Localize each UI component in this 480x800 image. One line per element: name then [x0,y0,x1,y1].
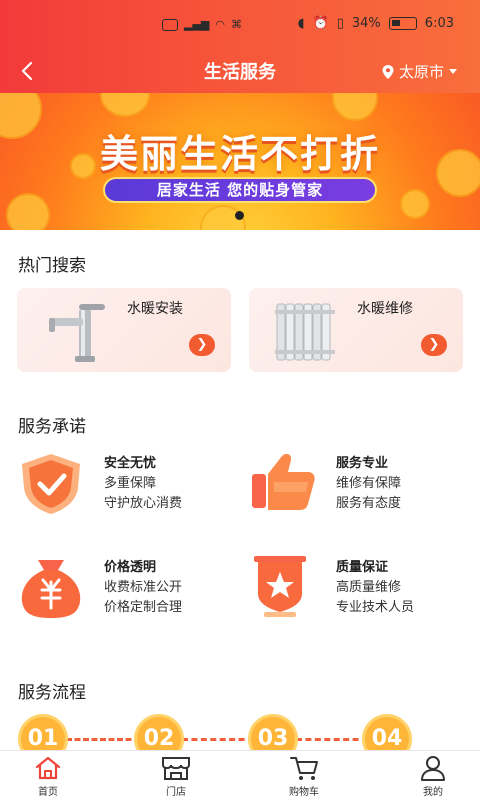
promise-line: 高质量维修 [336,580,402,595]
star-badge-icon [254,556,306,617]
nfc-icon: ⌘ [231,18,242,31]
tab-label: 首页 [38,787,58,798]
arrow-right-icon[interactable]: ❯ [189,334,215,356]
promise-line: 专业技术人员 [336,600,415,615]
tab-label: 我的 [423,787,443,798]
tab-label: 门店 [166,787,186,798]
city-selector[interactable]: 太原市 [381,61,458,82]
banner-title: 美丽生活不打折 [99,132,380,176]
vibrate-icon: ▯ [336,16,344,31]
promise-item-price: 价格透明 收费标准公开 价格定制合理 [18,556,238,626]
promise-title: 服务专业 [336,456,389,471]
tab-store[interactable]: 门店 [136,751,216,800]
store-icon [162,757,190,780]
cart-icon [290,757,318,780]
shield-check-icon [22,454,80,514]
thumbs-up-icon [252,453,315,510]
coin-decoration [100,93,150,117]
headset-icon: ◖ [297,16,305,31]
wifi-icon: ◠ [215,18,225,31]
flow-connector [296,738,368,741]
faucet-icon [49,304,105,362]
alarm-icon: ⏰ [312,16,329,31]
promise-line: 服务有态度 [336,496,402,511]
hd-icon [162,18,178,31]
status-right: ◖ ⏰ ▯ 34% 6:03 [298,16,454,31]
battery-percent: 34% [351,16,381,31]
location-pin-icon [382,64,394,79]
money-bag-icon [21,560,81,618]
signal-icon: ▂▄▆ [184,18,210,31]
promise-line: 多重保障 [104,476,157,491]
service-flow: 01 02 03 04 [0,708,480,764]
promise-title: 价格透明 [104,560,157,575]
promise-line: 守护放心消费 [104,496,183,511]
promise-line: 收费标准公开 [104,580,183,595]
promise-line: 价格定制合理 [104,600,183,615]
tab-cart[interactable]: 购物车 [264,751,344,800]
bottom-tab-bar: 首页 门店 购物车 我的 [0,750,480,800]
card-label: 水暖维修 [357,301,413,317]
promise-line: 维修有保障 [336,476,402,491]
coin-decoration [332,93,378,121]
status-bar: ▂▄▆ ◠ ⌘ ◖ ⏰ ▯ 34% 6:03 [0,0,480,52]
promo-banner[interactable]: 美丽生活不打折 居家生活 您的贴身管家 [0,93,480,230]
coin-decoration [400,189,430,219]
user-icon [421,756,445,781]
flow-connector [66,738,140,741]
hot-search-card-plumbing-repair[interactable]: 水暖维修 ❯ [249,288,463,372]
card-label: 水暖安装 [127,301,183,317]
promise-title: 质量保证 [336,560,389,575]
service-promise-title: 服务承诺 [18,417,86,437]
tab-profile[interactable]: 我的 [393,751,473,800]
promise-title: 安全无忧 [104,456,157,471]
promise-item-professional: 服务专业 维修有保障 服务有态度 [250,452,470,522]
status-time: 6:03 [424,16,454,31]
home-icon [35,756,61,780]
promise-item-quality: 质量保证 高质量维修 专业技术人员 [250,556,470,626]
promise-item-safety: 安全无忧 多重保障 守护放心消费 [18,452,238,522]
banner-subtitle: 居家生活 您的贴身管家 [103,177,377,203]
hot-search-title: 热门搜索 [18,256,86,276]
header: 生活服务 太原市 [0,52,480,93]
hot-search-card-plumbing-install[interactable]: 水暖安装 ❯ [17,288,231,372]
top-bar: ▂▄▆ ◠ ⌘ ◖ ⏰ ▯ 34% 6:03 生活服务 太原市 [0,0,480,93]
city-label: 太原市 [398,63,444,81]
flow-connector [182,738,254,741]
chevron-down-icon [449,68,457,74]
life-services-screen: ▂▄▆ ◠ ⌘ ◖ ⏰ ▯ 34% 6:03 生活服务 太原市 美丽生活不打折 … [0,0,480,800]
tab-home[interactable]: 首页 [8,751,88,800]
tab-label: 购物车 [289,787,319,798]
coin-decoration [6,193,50,230]
radiator-icon [275,303,335,361]
carousel-indicator [235,211,244,220]
arrow-right-icon[interactable]: ❯ [421,334,447,356]
status-left: ▂▄▆ ◠ ⌘ [162,18,242,31]
service-flow-title: 服务流程 [18,683,86,703]
battery-icon [388,17,417,30]
